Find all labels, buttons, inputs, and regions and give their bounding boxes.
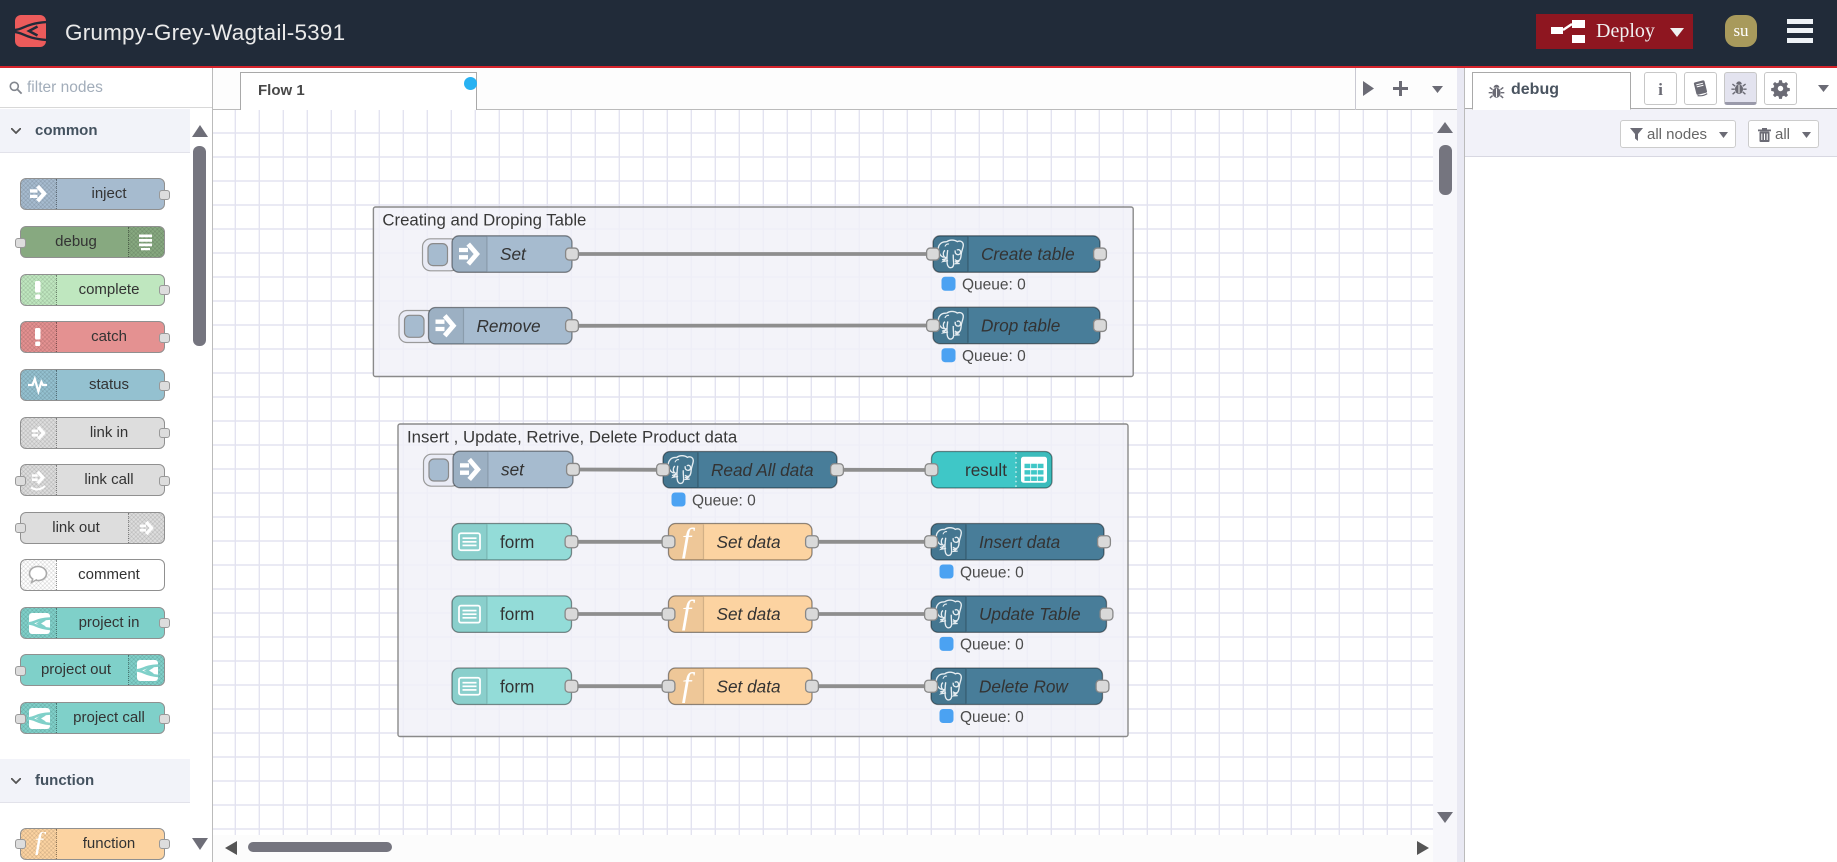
svg-text:Set data: Set data xyxy=(717,676,781,696)
svg-text:form: form xyxy=(500,532,534,552)
svg-text:Update Table: Update Table xyxy=(979,604,1081,624)
svg-text:Set data: Set data xyxy=(717,532,781,552)
svg-text:Insert data: Insert data xyxy=(979,532,1060,552)
svg-text:Read All data: Read All data xyxy=(711,460,814,480)
svg-text:Set: Set xyxy=(500,244,527,264)
svg-text:Drop table: Drop table xyxy=(981,315,1060,335)
svg-text:Creating and Droping Table: Creating and Droping Table xyxy=(382,211,586,230)
svg-text:result: result xyxy=(965,460,1007,480)
svg-text:Insert , Update, Retrive, Dele: Insert , Update, Retrive, Delete Product… xyxy=(407,428,738,447)
svg-text:form: form xyxy=(500,604,534,624)
svg-text:Delete Row: Delete Row xyxy=(979,676,1069,696)
svg-text:Create table: Create table xyxy=(981,244,1075,264)
svg-text:Set data: Set data xyxy=(717,604,781,624)
svg-text:form: form xyxy=(500,676,534,696)
svg-text:Remove: Remove xyxy=(477,316,541,336)
svg-text:set: set xyxy=(501,459,525,479)
svg-text:i: i xyxy=(1658,80,1663,99)
